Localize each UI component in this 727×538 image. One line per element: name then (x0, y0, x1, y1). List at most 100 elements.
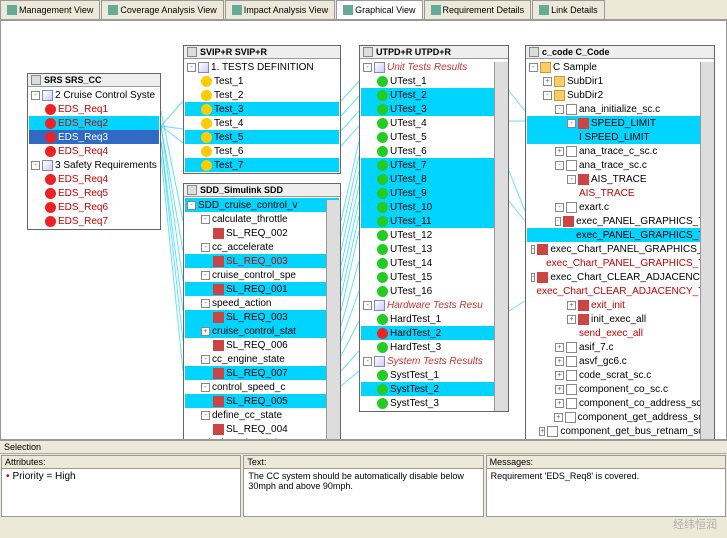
tree-node[interactable]: -SDD_cruise_control_v (185, 198, 339, 212)
tree-node[interactable]: SystTest_3 (361, 396, 507, 410)
expand-icon[interactable]: - (201, 299, 210, 308)
expand-icon[interactable]: + (555, 147, 564, 156)
tree-node[interactable]: UTest_6 (361, 144, 507, 158)
tree-node[interactable]: UTest_3 (361, 102, 507, 116)
tree-node[interactable]: +calculate_throttle/cc_ (185, 436, 339, 440)
tree-node[interactable]: UTest_7 (361, 158, 507, 172)
tree-node[interactable]: UTest_15 (361, 270, 507, 284)
tree-node[interactable]: Test_1 (185, 74, 339, 88)
tree-node[interactable]: SL_REQ_003 (185, 254, 339, 268)
panel-utpd[interactable]: UTPD+R UTPD+R-Unit Tests ResultsUTest_1U… (359, 45, 509, 412)
expand-icon[interactable]: - (201, 411, 210, 420)
expand-icon[interactable]: - (363, 63, 372, 72)
scrollbar[interactable] (326, 200, 340, 440)
tree-node[interactable]: UTest_10 (361, 200, 507, 214)
tree-node[interactable]: UTest_5 (361, 130, 507, 144)
tree-node[interactable]: UTest_2 (361, 88, 507, 102)
tree-node[interactable]: EDS_Req3 (29, 130, 159, 144)
tree-node[interactable]: -C Sample (527, 60, 713, 74)
tree-node[interactable]: EDS_Req1 (29, 102, 159, 116)
tree-node[interactable]: UTest_4 (361, 116, 507, 130)
tree-node[interactable]: Test_4 (185, 116, 339, 130)
tree-node[interactable]: Test_3 (185, 102, 339, 116)
expand-icon[interactable]: + (543, 77, 552, 86)
tree-node[interactable]: SL_REQ_006 (185, 338, 339, 352)
expand-icon[interactable]: - (531, 273, 535, 282)
tree-node[interactable]: SL_REQ_004 (185, 422, 339, 436)
expand-icon[interactable]: - (187, 201, 196, 210)
tree-node[interactable]: +ana_trace_c_sc.c (527, 144, 713, 158)
tree-node[interactable]: UTest_9 (361, 186, 507, 200)
panel-header[interactable]: SRS SRS_CC (28, 74, 160, 87)
tree-node[interactable]: HardTest_1 (361, 312, 507, 326)
tree-node[interactable]: -cc_engine_state (185, 352, 339, 366)
expand-icon[interactable]: - (555, 203, 564, 212)
expand-icon[interactable]: + (555, 385, 564, 394)
tree-node[interactable]: -ana_trace_sc.c (527, 158, 713, 172)
panel-sdd[interactable]: SDD_Simulink SDD-SDD_cruise_control_v-ca… (183, 183, 341, 440)
expand-icon[interactable]: - (531, 245, 535, 254)
tree-node[interactable]: +component_get_address_sc.c (527, 410, 713, 424)
tree-node[interactable]: +cruise_control_stat (185, 324, 339, 338)
scrollbar[interactable] (494, 62, 508, 411)
tree-node[interactable]: +component_co_sc.c (527, 382, 713, 396)
expand-icon[interactable]: + (554, 413, 563, 422)
tree-node[interactable]: -1. TESTS DEFINITION (185, 60, 339, 74)
tree-node[interactable]: EDS_Req2 (29, 116, 159, 130)
expand-icon[interactable]: + (555, 399, 564, 408)
tree-node[interactable]: -cc_accelerate (185, 240, 339, 254)
tree-node[interactable]: -SPEED_LIMIT (527, 116, 713, 130)
tree-node[interactable]: EDS_Req6 (29, 200, 159, 214)
tree-node[interactable]: -System Tests Results (361, 354, 507, 368)
expand-icon[interactable]: + (567, 301, 576, 310)
expand-icon[interactable]: - (187, 63, 196, 72)
scrollbar[interactable] (700, 62, 714, 440)
tree-node[interactable]: -3 Safety Requirements (29, 158, 159, 172)
expand-icon[interactable]: - (567, 175, 576, 184)
tree-node[interactable]: SystTest_1 (361, 368, 507, 382)
expand-icon[interactable]: - (201, 355, 210, 364)
tree-node[interactable]: -control_speed_c (185, 380, 339, 394)
tab-impact-analysis-view[interactable]: Impact Analysis View (225, 0, 335, 19)
expand-icon[interactable]: + (555, 357, 564, 366)
tree-node[interactable]: -cruise_control_spe (185, 268, 339, 282)
tree-node[interactable]: exec_PANEL_GRAPHICS_TB (527, 228, 713, 242)
expand-icon[interactable]: + (187, 439, 196, 441)
tree-node[interactable]: -2 Cruise Control Syste (29, 88, 159, 102)
expand-icon[interactable]: - (201, 271, 210, 280)
tree-node[interactable]: UTest_13 (361, 242, 507, 256)
expand-icon[interactable]: - (567, 119, 576, 128)
tree-node[interactable]: -Hardware Tests Resu (361, 298, 507, 312)
expand-icon[interactable]: - (201, 215, 210, 224)
tree-node[interactable]: -exec_Chart_CLEAR_ADJACENCY_TB (527, 270, 713, 284)
tree-node[interactable]: +component_get_stats_sc.c (527, 438, 713, 440)
tab-management-view[interactable]: Management View (0, 0, 100, 19)
expand-icon[interactable]: - (555, 105, 564, 114)
tree-node[interactable]: -AIS_TRACE (527, 172, 713, 186)
expand-icon[interactable]: - (31, 91, 40, 100)
tree-node[interactable]: AIS_TRACE (527, 186, 713, 200)
tree-node[interactable]: UTest_12 (361, 228, 507, 242)
tree-node[interactable]: SL_REQ_007 (185, 366, 339, 380)
expand-icon[interactable]: - (555, 217, 562, 226)
expand-icon[interactable]: + (555, 371, 564, 380)
panel-svip[interactable]: SVIP+R SVIP+R-1. TESTS DEFINITIONTest_1 T… (183, 45, 341, 174)
tree-node[interactable]: send_exec_all (527, 326, 713, 340)
expand-icon[interactable]: + (555, 343, 564, 352)
expand-icon[interactable]: - (529, 63, 538, 72)
tree-node[interactable]: Test_7 (185, 158, 339, 172)
tree-node[interactable]: EDS_Req7 (29, 214, 159, 228)
expand-icon[interactable]: - (363, 301, 372, 310)
tree-node[interactable]: +exit_init (527, 298, 713, 312)
tree-node[interactable]: +asvf_gc6.c (527, 354, 713, 368)
tree-node[interactable]: +asif_7.c (527, 340, 713, 354)
tree-node[interactable]: UTest_16 (361, 284, 507, 298)
expand-icon[interactable]: - (555, 161, 564, 170)
panel-header[interactable]: SVIP+R SVIP+R (184, 46, 340, 59)
tree-node[interactable]: UTest_11 (361, 214, 507, 228)
tree-node[interactable]: +component_co_address_sc.c (527, 396, 713, 410)
panel-header[interactable]: SDD_Simulink SDD (184, 184, 340, 197)
expand-icon[interactable]: + (539, 427, 545, 436)
tree-node[interactable]: EDS_Req4 (29, 144, 159, 158)
expand-icon[interactable]: + (201, 327, 210, 336)
